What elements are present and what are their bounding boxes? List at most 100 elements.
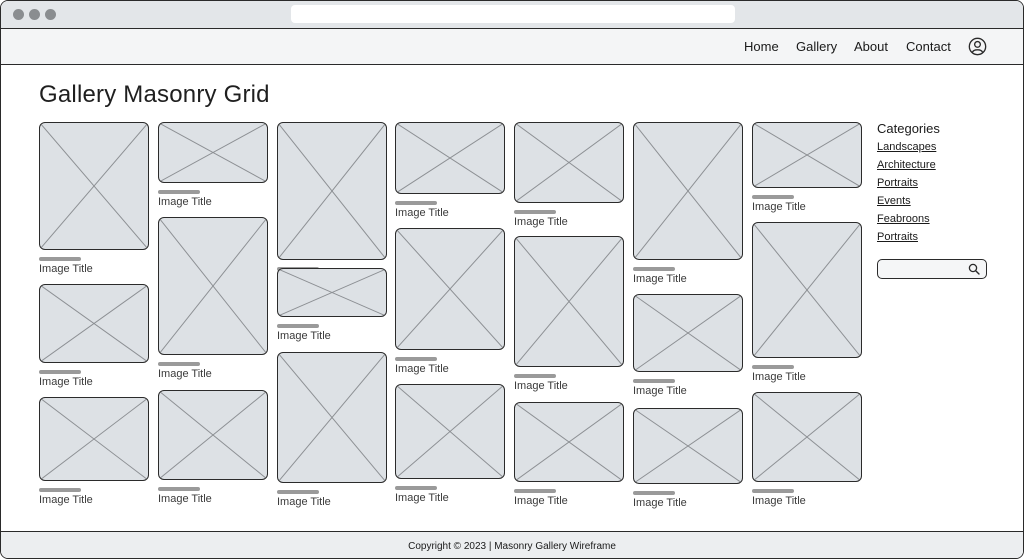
image-placeholder[interactable] — [277, 352, 387, 483]
image-placeholder-icon — [40, 285, 148, 362]
image-placeholder[interactable] — [514, 236, 624, 367]
image-placeholder-icon — [515, 403, 623, 481]
image-placeholder[interactable] — [158, 122, 268, 183]
image-placeholder-icon — [634, 123, 742, 259]
caption-bar — [39, 488, 81, 492]
window-maximize-dot[interactable] — [45, 9, 56, 20]
image-title: Image Title — [395, 492, 449, 504]
category-link-feabroons[interactable]: Feabroons — [877, 213, 930, 226]
caption-bar — [752, 365, 794, 369]
browser-chrome — [1, 1, 1023, 29]
image-placeholder-icon — [396, 385, 504, 478]
image-placeholder-icon — [753, 223, 861, 357]
image-placeholder[interactable] — [752, 122, 862, 188]
user-account-icon[interactable] — [968, 37, 987, 56]
image-title: Image Title — [752, 495, 806, 507]
image-placeholder-icon — [159, 218, 267, 354]
image-placeholder[interactable] — [514, 122, 624, 203]
image-title: Image Title — [752, 201, 806, 213]
nav-about[interactable]: About — [854, 39, 888, 55]
category-link-architecture[interactable]: Architecture — [877, 159, 936, 172]
image-placeholder[interactable] — [395, 228, 505, 350]
image-placeholder[interactable] — [39, 122, 149, 250]
image-title: Image Title — [158, 493, 212, 505]
image-placeholder-icon — [396, 123, 504, 193]
category-link-portraits-2[interactable]: Portraits — [877, 231, 918, 244]
image-placeholder-icon — [278, 123, 386, 259]
image-title: Image Title — [158, 196, 212, 208]
image-placeholder-icon — [515, 237, 623, 366]
image-placeholder[interactable] — [277, 268, 387, 317]
window-close-dot[interactable] — [13, 9, 24, 20]
search-box — [877, 259, 987, 279]
nav-home[interactable]: Home — [744, 39, 779, 55]
image-placeholder[interactable] — [633, 122, 743, 260]
address-bar[interactable] — [291, 5, 735, 23]
image-placeholder[interactable] — [277, 122, 387, 260]
image-placeholder[interactable] — [395, 384, 505, 479]
caption-bar — [752, 489, 794, 493]
top-navigation: Home Gallery About Contact — [1, 29, 1023, 65]
image-placeholder-icon — [515, 123, 623, 202]
image-placeholder-icon — [634, 409, 742, 483]
caption-bar — [514, 210, 556, 214]
image-title: Image Title — [514, 216, 568, 228]
image-placeholder[interactable] — [633, 294, 743, 372]
image-placeholder[interactable] — [633, 408, 743, 484]
image-placeholder-icon — [278, 269, 386, 316]
image-placeholder[interactable] — [158, 390, 268, 480]
image-placeholder-icon — [753, 123, 861, 187]
category-link-landscapes[interactable]: Landscapes — [877, 141, 936, 154]
image-placeholder-icon — [159, 391, 267, 479]
caption-bar — [395, 486, 437, 490]
caption-bar — [395, 357, 437, 361]
caption-bar — [514, 489, 556, 493]
caption-bar — [633, 267, 675, 271]
image-title: Image Title — [395, 363, 449, 375]
caption-bar — [395, 201, 437, 205]
page-title: Gallery Masonry Grid — [39, 81, 270, 108]
image-placeholder[interactable] — [158, 217, 268, 355]
nav-gallery[interactable]: Gallery — [796, 39, 837, 55]
image-placeholder-icon — [396, 229, 504, 349]
image-placeholder[interactable] — [395, 122, 505, 194]
image-placeholder-icon — [40, 398, 148, 480]
image-placeholder-icon — [159, 123, 267, 182]
search-input[interactable] — [882, 262, 966, 276]
image-title: Image Title — [277, 496, 331, 508]
image-title: Image Title — [395, 207, 449, 219]
caption-bar — [158, 362, 200, 366]
caption-bar — [752, 195, 794, 199]
nav-contact[interactable]: Contact — [906, 39, 951, 55]
image-title: Image Title — [633, 497, 687, 509]
image-title: Image Title — [514, 380, 568, 392]
image-placeholder-icon — [634, 295, 742, 371]
search-icon[interactable] — [968, 263, 980, 275]
image-title: Image Title — [39, 376, 93, 388]
footer-copyright: Copyright © 2023 | Masonry Gallery Wiref… — [408, 541, 616, 552]
image-title: Image Title — [633, 273, 687, 285]
caption-bar — [39, 370, 81, 374]
caption-bar — [277, 490, 319, 494]
image-placeholder-icon — [278, 353, 386, 482]
image-placeholder[interactable] — [39, 284, 149, 363]
caption-bar — [277, 324, 319, 328]
image-title: Image Title — [39, 494, 93, 506]
page-footer: Copyright © 2023 | Masonry Gallery Wiref… — [1, 531, 1023, 558]
image-placeholder[interactable] — [39, 397, 149, 481]
caption-bar — [633, 379, 675, 383]
window-minimize-dot[interactable] — [29, 9, 40, 20]
category-link-events[interactable]: Events — [877, 195, 911, 208]
image-placeholder[interactable] — [752, 392, 862, 482]
caption-bar — [158, 487, 200, 491]
browser-window: Home Gallery About Contact Gallery Mason… — [0, 0, 1024, 559]
image-placeholder[interactable] — [514, 402, 624, 482]
image-title: Image Title — [158, 368, 212, 380]
image-title: Image Title — [514, 495, 568, 507]
caption-bar — [158, 190, 200, 194]
image-placeholder-icon — [753, 393, 861, 481]
image-title: Image Title — [39, 263, 93, 275]
category-link-portraits[interactable]: Portraits — [877, 177, 918, 190]
image-title: Image Title — [633, 385, 687, 397]
image-placeholder[interactable] — [752, 222, 862, 358]
